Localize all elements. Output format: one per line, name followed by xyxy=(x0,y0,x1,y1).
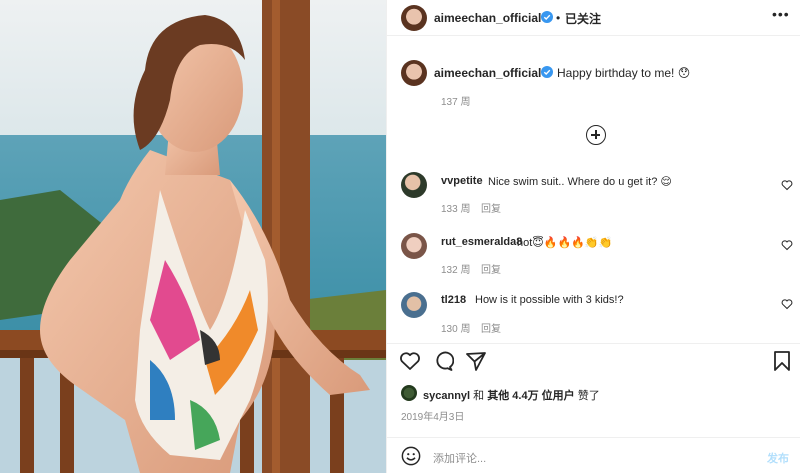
post-date: 2019年4月3日 xyxy=(401,412,465,423)
author-avatar[interactable] xyxy=(401,5,427,31)
comment-time: 132 周 xyxy=(441,265,471,276)
likes-and: 和 xyxy=(473,390,485,402)
load-more-icon[interactable] xyxy=(586,125,606,145)
reply-button[interactable]: 回复 xyxy=(481,261,501,276)
heart-icon[interactable] xyxy=(781,179,793,191)
post-photo xyxy=(0,0,386,473)
caption-avatar[interactable] xyxy=(401,60,427,86)
post-image xyxy=(0,0,386,473)
follow-status-button[interactable]: 已关注 xyxy=(565,10,601,27)
comment-username[interactable]: tl218 xyxy=(441,294,466,306)
reply-button[interactable]: 回复 xyxy=(481,320,501,335)
commenter-avatar[interactable] xyxy=(401,172,427,198)
comment-text: hot😇🔥🔥🔥👏👏 xyxy=(517,237,613,249)
comment-username[interactable]: vvpetite xyxy=(441,175,483,187)
comment-username[interactable]: rut_esmeralda8 xyxy=(441,236,522,248)
separator-dot: • xyxy=(556,11,561,25)
add-comment-bar: 添加评论... 发布 xyxy=(387,437,800,473)
comment-time: 130 周 xyxy=(441,324,471,335)
comment-icon[interactable] xyxy=(432,351,454,371)
bookmark-icon[interactable] xyxy=(773,351,791,371)
likes-liked: 赞了 xyxy=(577,390,600,402)
comment-text: Nice swim suit.. Where do u get it? 😌 xyxy=(488,176,672,188)
more-options-icon[interactable]: ••• xyxy=(772,6,790,22)
comment-time: 133 周 xyxy=(441,204,471,215)
heart-icon[interactable] xyxy=(781,298,793,310)
comment-text: How is it possible with 3 kids!? xyxy=(475,294,624,306)
likes-others-suffix[interactable]: 位用户 xyxy=(542,390,575,402)
emoji-icon[interactable] xyxy=(401,446,421,466)
comment-input[interactable]: 添加评论... xyxy=(433,450,486,466)
heart-icon[interactable] xyxy=(399,351,421,371)
action-bar xyxy=(387,343,800,373)
commenter-avatar[interactable] xyxy=(401,233,427,259)
post-button[interactable]: 发布 xyxy=(767,450,789,466)
liker-avatar[interactable] xyxy=(401,385,417,401)
reply-button[interactable]: 回复 xyxy=(481,200,501,215)
liker-username[interactable]: sycannyl xyxy=(423,390,470,402)
share-icon[interactable] xyxy=(465,351,487,371)
verified-badge-icon xyxy=(541,11,553,23)
likes-others-prefix[interactable]: 其他 xyxy=(487,390,509,402)
verified-badge-icon xyxy=(541,66,553,78)
post-panel: aimeechan_official • 已关注 ••• aimeechan_o… xyxy=(386,0,800,473)
caption-text: Happy birthday to me! 😯 xyxy=(557,66,691,80)
caption-username[interactable]: aimeechan_official xyxy=(434,66,541,80)
likes-count[interactable]: 4.4万 xyxy=(512,390,538,402)
caption-time: 137 周 xyxy=(441,97,471,108)
author-username[interactable]: aimeechan_official xyxy=(434,11,541,25)
post-header: aimeechan_official • 已关注 ••• xyxy=(387,0,800,36)
commenter-avatar[interactable] xyxy=(401,292,427,318)
heart-icon[interactable] xyxy=(781,239,793,251)
